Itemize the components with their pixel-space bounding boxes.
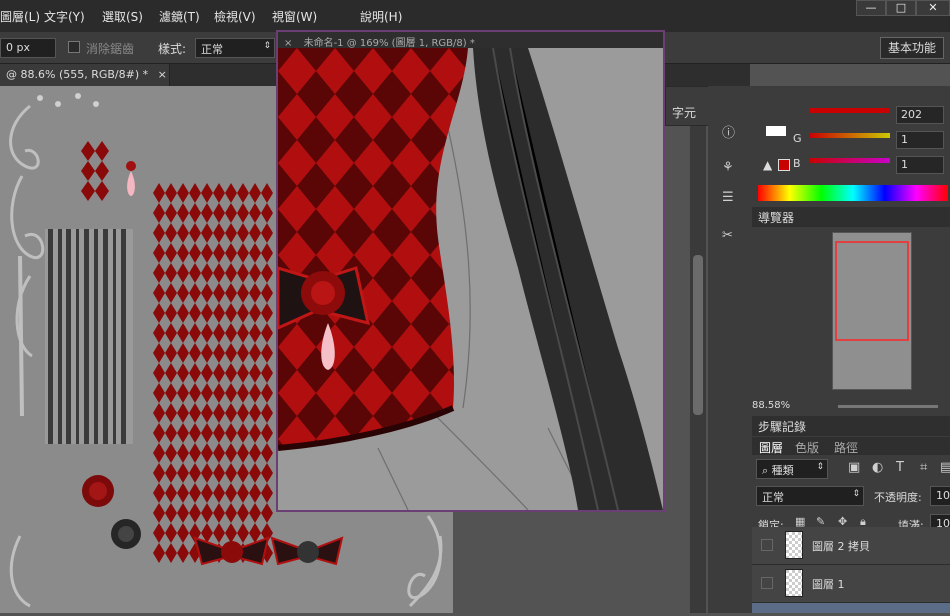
history-tab[interactable]: 步驟記錄 (758, 418, 806, 435)
layers-tab[interactable]: 圖層 (759, 439, 783, 456)
opacity-field[interactable]: 100 (930, 486, 950, 506)
visibility-toggle[interactable] (761, 539, 773, 551)
navigator-tab[interactable]: 導覽器 (758, 209, 794, 226)
opacity-label: 不透明度: (874, 491, 922, 504)
warning-icon: ▲ (763, 158, 773, 172)
g-value-field[interactable]: 1 (896, 131, 944, 149)
layer-row[interactable]: 圖層 2 拷貝 (752, 527, 950, 565)
blend-mode-select[interactable]: 正常 ⇕ (756, 486, 864, 506)
floating-window-title-bar[interactable]: × 未命名-1 @ 169% (圖層 1, RGB/8) * (278, 32, 663, 48)
chevron-updown-icon: ⇕ (816, 462, 824, 472)
gamut-color-swatch[interactable] (778, 159, 790, 171)
info-icon[interactable]: ⓘ (722, 122, 735, 141)
layer-name[interactable]: 圖層 1 (812, 576, 845, 592)
navigator-view-box[interactable] (835, 241, 909, 341)
scrollbar-thumb[interactable] (693, 255, 703, 415)
adjust-sliders-icon[interactable]: ☰ (722, 190, 734, 205)
minimize-button[interactable]: — (856, 0, 886, 16)
floating-window-title: 未命名-1 @ 169% (圖層 1, RGB/8) * (303, 38, 475, 48)
close-window-button[interactable]: ✕ (916, 0, 950, 16)
tool-preset-icon[interactable]: ✂ (722, 228, 733, 243)
filter-value: 種類 (771, 464, 794, 477)
floating-canvas[interactable] (278, 48, 663, 510)
style-select[interactable]: 正常 ⇕ (195, 38, 275, 58)
document-tab-title: @ 88.6% (555, RGB/8#) * (6, 68, 149, 81)
shape-filter-icon[interactable]: ⌗ (920, 460, 927, 475)
menu-type[interactable]: 文字(Y) (44, 8, 85, 25)
character-panel-label: 字元 (672, 106, 697, 120)
image-filter-icon[interactable]: ▣ (848, 460, 860, 475)
zoomed-artwork (278, 48, 663, 510)
search-icon: ⌕ (762, 464, 769, 477)
smart-filter-icon[interactable]: ▤ (940, 460, 950, 475)
menu-window[interactable]: 視窗(W) (272, 8, 317, 25)
foreground-swatch[interactable] (766, 126, 786, 136)
adjustment-filter-icon[interactable]: ◐ (872, 460, 883, 475)
menu-layer[interactable]: 圖層(L) (0, 8, 40, 25)
channels-tab[interactable]: 色版 (795, 439, 819, 456)
close-float-icon[interactable]: × (284, 38, 292, 48)
r-value-field[interactable]: 202 (896, 106, 944, 124)
text-filter-icon[interactable]: T (896, 460, 904, 475)
antialias-label: 消除鋸齒 (86, 42, 135, 56)
g-slider[interactable] (810, 133, 890, 138)
b-slider[interactable] (810, 158, 890, 163)
menu-filter[interactable]: 濾鏡(T) (159, 8, 200, 25)
color-spectrum-ramp[interactable] (758, 185, 948, 201)
r-slider[interactable] (810, 108, 890, 113)
maximize-button[interactable]: □ (886, 0, 916, 16)
navigator-thumbnail[interactable] (832, 232, 912, 390)
blend-mode-value: 正常 (762, 491, 784, 504)
chevron-updown-icon: ⇕ (263, 41, 271, 51)
size-field[interactable]: 0 px (0, 38, 56, 58)
chevron-updown-icon: ⇕ (852, 489, 860, 499)
b-channel-label: B (793, 157, 801, 170)
menu-select[interactable]: 選取(S) (102, 8, 143, 25)
zoom-slider[interactable] (838, 405, 938, 408)
g-channel-label: G (793, 132, 802, 145)
layer-thumbnail (785, 569, 803, 597)
close-tab-icon[interactable]: × (158, 68, 167, 81)
menu-view[interactable]: 檢視(V) (214, 8, 256, 25)
document-tab[interactable]: @ 88.6% (555, RGB/8#) * × (0, 64, 170, 86)
brush-preset-icon[interactable]: ⚘ (722, 160, 734, 175)
panel-icon-strip: ⓘ ⚘ ☰ ✂ (708, 86, 752, 613)
antialias-checkbox[interactable] (68, 41, 80, 53)
visibility-toggle[interactable] (761, 577, 773, 589)
layer-filter-select[interactable]: ⌕ 種類 ⇕ (756, 459, 828, 479)
style-label: 樣式: (158, 42, 187, 56)
workspace-button[interactable]: 基本功能 (880, 37, 944, 59)
navigator-zoom[interactable]: 88.58% (752, 400, 790, 411)
paths-tab[interactable]: 路徑 (834, 439, 858, 456)
menu-help[interactable]: 說明(H) (360, 8, 402, 25)
style-select-value: 正常 (201, 43, 223, 56)
layer-thumbnail (785, 531, 803, 559)
b-value-field[interactable]: 1 (896, 156, 944, 174)
selected-layer-row[interactable] (752, 603, 950, 613)
menu-bar: 圖層(L) 文字(Y) 選取(S) 濾鏡(T) 檢視(V) 視窗(W) 說明(H… (0, 0, 950, 32)
layer-name[interactable]: 圖層 2 拷貝 (812, 538, 870, 554)
layer-row[interactable]: 圖層 1 (752, 565, 950, 603)
